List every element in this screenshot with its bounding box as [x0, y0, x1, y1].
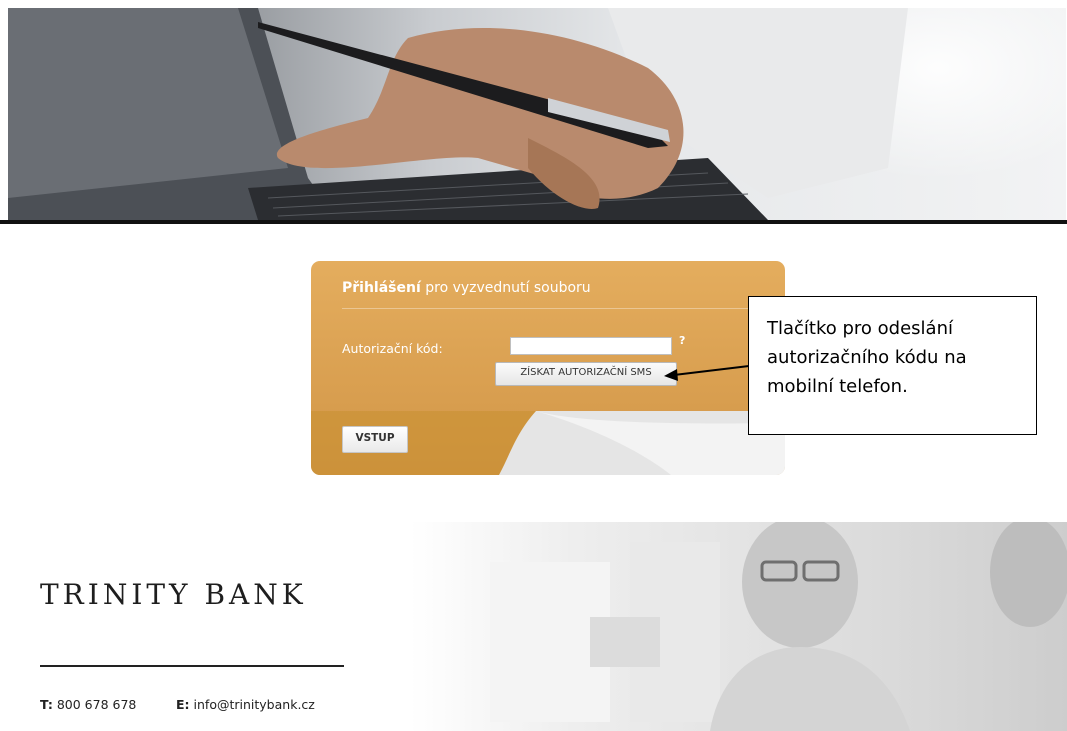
person-body — [710, 647, 910, 731]
login-divider — [342, 308, 775, 309]
enter-button[interactable]: VSTUP — [342, 426, 408, 453]
email-link[interactable]: info@trinitybank.cz — [194, 697, 315, 712]
contact-phone: T: 800 678 678 — [40, 697, 136, 712]
email-label: E: — [176, 697, 190, 712]
authorization-code-input[interactable] — [510, 337, 672, 355]
brand-rule — [40, 665, 344, 667]
callout-line-2: autorizačního kódu na — [767, 347, 967, 368]
callout-line-1: Tlačítko pro odeslání — [767, 318, 953, 339]
hero-divider — [0, 220, 1067, 224]
hero-banner — [8, 8, 1066, 220]
contact-email: E: info@trinitybank.cz — [176, 697, 315, 712]
login-title-bold: Přihlášení — [342, 280, 421, 296]
login-title-rest: pro vyzvednutí souboru — [420, 280, 591, 296]
hero-photo — [8, 8, 908, 220]
phone-label: T: — [40, 697, 53, 712]
login-title: Přihlášení pro vyzvednutí souboru — [342, 280, 591, 296]
phone-number[interactable]: 800 678 678 — [57, 697, 137, 712]
laptop-screen — [8, 8, 288, 198]
callout-line-3: mobilní telefon. — [767, 376, 908, 397]
person-head — [742, 522, 858, 648]
annotation-callout: Tlačítko pro odeslání autorizačního kódu… — [748, 296, 1037, 435]
question-mark-icon[interactable]: ? — [679, 334, 685, 347]
footer-photo — [410, 522, 1067, 731]
brand-logo-text: TRINITY BANK — [40, 578, 307, 611]
authorization-code-label: Autorizační kód: — [342, 341, 443, 356]
left-arrow-icon — [664, 365, 750, 381]
get-sms-code-button[interactable]: ZÍSKAT AUTORIZAČNÍ SMS — [495, 362, 677, 386]
